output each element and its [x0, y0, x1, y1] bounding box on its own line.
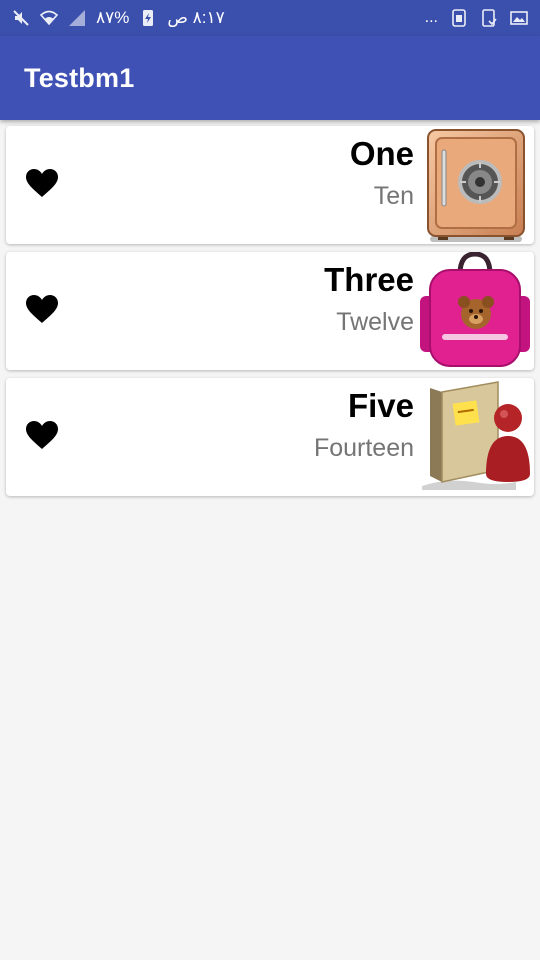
status-bar: ٨:١٧ ص %٨٧ ... [0, 0, 540, 36]
gallery-icon [510, 11, 528, 25]
backpack-icon [420, 252, 530, 367]
item-subtitle: Ten [373, 182, 414, 210]
app-title: Testbm1 [24, 62, 135, 93]
safe-icon [427, 129, 525, 242]
battery-charging-icon [143, 10, 154, 26]
heart-icon[interactable] [25, 420, 59, 450]
status-time: ٨:١٧ ص [167, 8, 225, 27]
item-title: Three [324, 261, 414, 298]
item-texts: Three Twelve [324, 260, 414, 342]
list-item-one[interactable]: One Ten [6, 126, 534, 244]
status-right: ... [425, 9, 528, 27]
sim-icon [452, 9, 466, 27]
item-subtitle: Twelve [336, 308, 414, 336]
item-subtitle: Fourteen [313, 434, 414, 462]
list-item-three[interactable]: Three Twelve [6, 252, 534, 370]
item-list: One Ten Three Twelve Five Fourteen [6, 126, 534, 504]
list-item-five[interactable]: Five Fourteen [6, 378, 534, 496]
status-more: ... [424, 9, 438, 26]
item-title: Five [347, 387, 414, 424]
heart-icon[interactable] [25, 294, 59, 324]
mute-icon [13, 10, 29, 26]
user-folder-icon [422, 381, 530, 490]
screenshot-icon [482, 9, 497, 27]
status-battery: %٨٧ [96, 8, 130, 27]
app-bar: Testbm1 [0, 36, 540, 120]
item-texts: Five Fourteen [314, 386, 414, 468]
heart-icon[interactable] [25, 168, 59, 198]
wifi-icon [40, 10, 58, 26]
status-left: ٨:١٧ ص %٨٧ [12, 8, 225, 28]
item-texts: One Ten [350, 134, 414, 216]
item-title: One [349, 135, 414, 172]
signal-icon [69, 10, 85, 26]
